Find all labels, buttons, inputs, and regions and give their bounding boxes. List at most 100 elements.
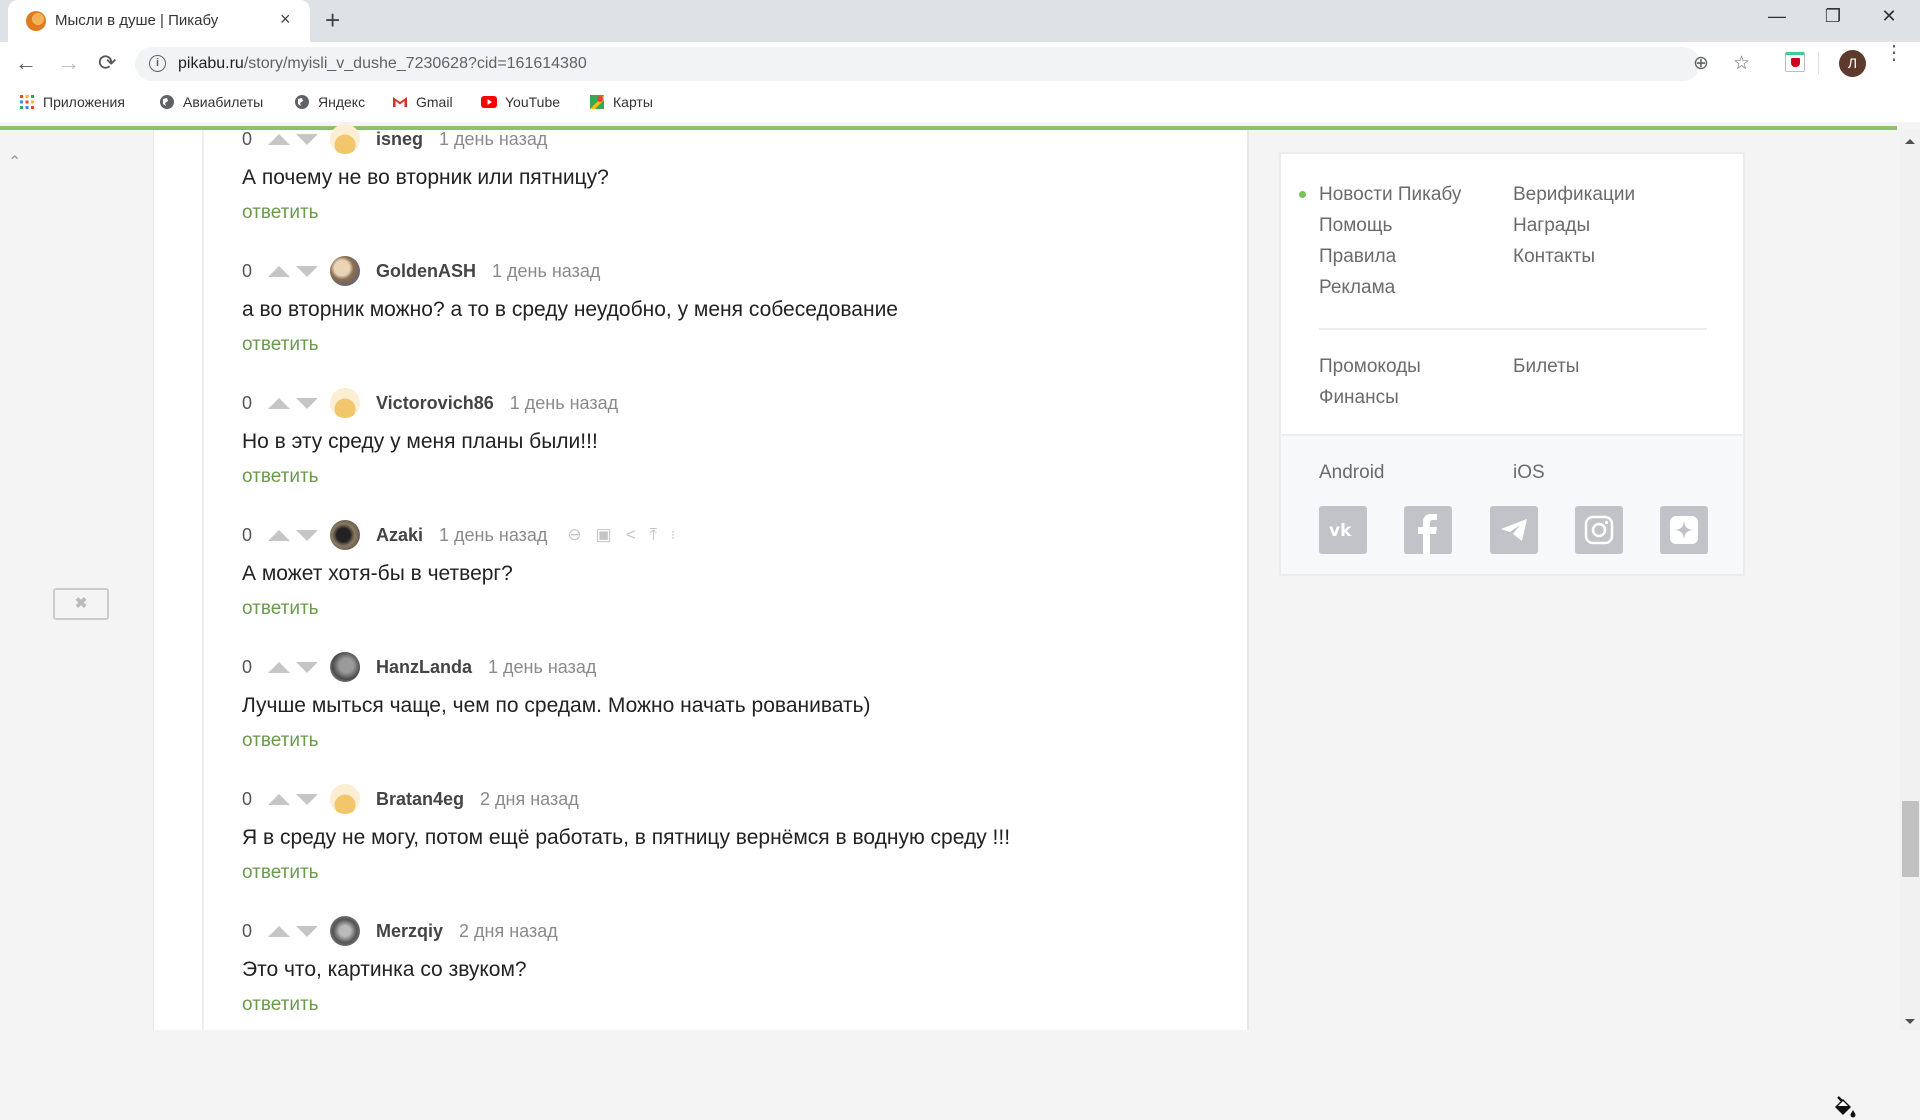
comment-username[interactable]: Azaki bbox=[376, 525, 423, 546]
url-path: /story/myisli_v_dushe_7230628?cid=161614… bbox=[243, 55, 587, 72]
footer-link-rules[interactable]: Правила bbox=[1319, 241, 1461, 272]
reply-link[interactable]: ответить bbox=[242, 862, 319, 884]
vote-up-icon[interactable] bbox=[268, 793, 290, 805]
reply-link[interactable]: ответить bbox=[242, 730, 319, 752]
footer-link-news[interactable]: Новости Пикабу bbox=[1319, 179, 1461, 210]
vk-icon[interactable]: vk bbox=[1319, 506, 1367, 554]
vote-down-icon[interactable] bbox=[296, 265, 318, 277]
address-bar[interactable]: i pikabu.ru/story/myisli_v_dushe_7230628… bbox=[135, 47, 1750, 81]
footer-link-tickets[interactable]: Билеты bbox=[1513, 351, 1579, 382]
vote-up-icon[interactable] bbox=[268, 925, 290, 937]
avatar[interactable] bbox=[330, 652, 360, 682]
vote-down-icon[interactable] bbox=[296, 529, 318, 541]
profile-avatar[interactable]: Л bbox=[1839, 50, 1866, 77]
site-info-icon[interactable]: i bbox=[149, 55, 166, 72]
scroll-to-top-chevron-icon[interactable]: ⌃ bbox=[8, 152, 21, 172]
vote-down-icon[interactable] bbox=[296, 397, 318, 409]
vote-up-icon[interactable] bbox=[268, 133, 290, 145]
footer-link-finance[interactable]: Финансы bbox=[1319, 382, 1421, 413]
reply-link[interactable]: ответить bbox=[242, 202, 319, 224]
avatar[interactable] bbox=[330, 124, 360, 154]
zoom-icon[interactable]: ⊕ bbox=[1693, 52, 1709, 75]
vote-down-icon[interactable] bbox=[296, 133, 318, 145]
footer-link-awards[interactable]: Награды bbox=[1513, 210, 1635, 241]
reply-link[interactable]: ответить bbox=[242, 598, 319, 620]
vote-down-icon[interactable] bbox=[296, 793, 318, 805]
go-to-parent-icon[interactable]: ⤒ bbox=[650, 525, 658, 545]
comment-time[interactable]: 1 день назад bbox=[439, 525, 547, 546]
vote-down-icon[interactable] bbox=[296, 925, 318, 937]
tab-title: Мысли в душе | Пикабу bbox=[55, 12, 219, 29]
scroll-down-arrow-icon[interactable] bbox=[1905, 1019, 1915, 1024]
back-button[interactable]: ← bbox=[15, 50, 37, 76]
browser-menu-icon[interactable]: ⋮ bbox=[1884, 43, 1904, 63]
thread-line[interactable] bbox=[202, 130, 204, 1030]
footer-link-contacts[interactable]: Контакты bbox=[1513, 241, 1635, 272]
ios-app-link[interactable]: iOS bbox=[1513, 462, 1545, 484]
reply-link[interactable]: ответить bbox=[242, 994, 319, 1016]
comment-time[interactable]: 1 день назад bbox=[439, 129, 547, 150]
comment-time[interactable]: 2 дня назад bbox=[480, 789, 579, 810]
vote-up-icon[interactable] bbox=[268, 529, 290, 541]
comment-username[interactable]: Merzqiy bbox=[376, 921, 443, 942]
comment-time[interactable]: 1 день назад bbox=[492, 261, 600, 282]
extension-icon[interactable] bbox=[1785, 52, 1805, 72]
scrollbar-thumb[interactable] bbox=[1902, 801, 1919, 877]
avatar[interactable] bbox=[330, 256, 360, 286]
save-icon[interactable]: ▣ bbox=[596, 525, 612, 545]
vote-up-icon[interactable] bbox=[268, 265, 290, 277]
android-app-link[interactable]: Android bbox=[1319, 462, 1385, 484]
bookmark-apps[interactable]: Приложения bbox=[19, 94, 125, 110]
paint-bucket-icon[interactable] bbox=[1832, 1094, 1858, 1120]
bookmark-youtube[interactable]: YouTube bbox=[481, 94, 560, 110]
bookmark-aviabilety[interactable]: Авиабилеты bbox=[159, 94, 263, 110]
facebook-icon[interactable] bbox=[1404, 506, 1452, 554]
avatar[interactable] bbox=[330, 520, 360, 550]
comment-time[interactable]: 1 день назад bbox=[510, 393, 618, 414]
vote-down-icon[interactable] bbox=[296, 661, 318, 673]
more-icon[interactable]: ⁝ bbox=[671, 528, 675, 542]
bookmark-label: YouTube bbox=[505, 94, 561, 110]
comment-time[interactable]: 2 дня назад bbox=[459, 921, 558, 942]
link-icon[interactable]: ⊖ bbox=[567, 525, 581, 545]
comment-time[interactable]: 1 день назад bbox=[488, 657, 596, 678]
url-text[interactable]: pikabu.ru/story/myisli_v_dushe_7230628?c… bbox=[178, 55, 587, 73]
scroll-up-arrow-icon[interactable] bbox=[1905, 139, 1915, 144]
comment-username[interactable]: Victorovich86 bbox=[376, 393, 494, 414]
tab-active[interactable]: Мысли в душе | Пикабу × bbox=[8, 0, 310, 42]
telegram-icon[interactable] bbox=[1490, 506, 1538, 554]
footer-link-verifications[interactable]: Верификации bbox=[1513, 179, 1635, 210]
comment-username[interactable]: Bratan4eg bbox=[376, 789, 464, 810]
reply-link[interactable]: ответить bbox=[242, 334, 319, 356]
avatar[interactable] bbox=[330, 784, 360, 814]
new-indicator-dot bbox=[1299, 191, 1306, 198]
vote-up-icon[interactable] bbox=[268, 661, 290, 673]
avatar[interactable] bbox=[330, 388, 360, 418]
footer-link-promocodes[interactable]: Промокоды bbox=[1319, 351, 1421, 382]
zen-icon[interactable] bbox=[1660, 506, 1708, 554]
bookmark-star-icon[interactable]: ☆ bbox=[1733, 52, 1750, 75]
avatar[interactable] bbox=[330, 916, 360, 946]
bookmark-yandex[interactable]: Яндекс bbox=[294, 94, 365, 110]
footer-link-help[interactable]: Помощь bbox=[1319, 210, 1461, 241]
minimize-button[interactable]: — bbox=[1762, 6, 1792, 27]
bookmark-maps[interactable]: Карты bbox=[589, 94, 653, 110]
close-ad-button[interactable]: ✖ bbox=[53, 588, 109, 620]
new-tab-button[interactable]: + bbox=[325, 5, 340, 36]
vote-up-icon[interactable] bbox=[268, 397, 290, 409]
reply-link[interactable]: ответить bbox=[242, 466, 319, 488]
reload-button[interactable]: ⟳ bbox=[98, 50, 116, 76]
comment-username[interactable]: GoldenASH bbox=[376, 261, 476, 282]
restore-button[interactable]: ❐ bbox=[1818, 6, 1848, 27]
page-scrollbar[interactable] bbox=[1900, 130, 1920, 1030]
forward-button[interactable]: → bbox=[58, 50, 80, 76]
comment-username[interactable]: isneg bbox=[376, 129, 423, 150]
comment-username[interactable]: HanzLanda bbox=[376, 657, 472, 678]
close-window-button[interactable]: ✕ bbox=[1874, 6, 1904, 27]
share-icon[interactable]: < bbox=[626, 525, 636, 545]
tab-close-icon[interactable]: × bbox=[280, 9, 291, 30]
bookmark-gmail[interactable]: Gmail bbox=[392, 94, 453, 110]
footer-link-ads[interactable]: Реклама bbox=[1319, 272, 1461, 303]
instagram-icon[interactable] bbox=[1575, 506, 1623, 554]
tab-bar: Мысли в душе | Пикабу × + — ❐ ✕ bbox=[0, 0, 1920, 42]
